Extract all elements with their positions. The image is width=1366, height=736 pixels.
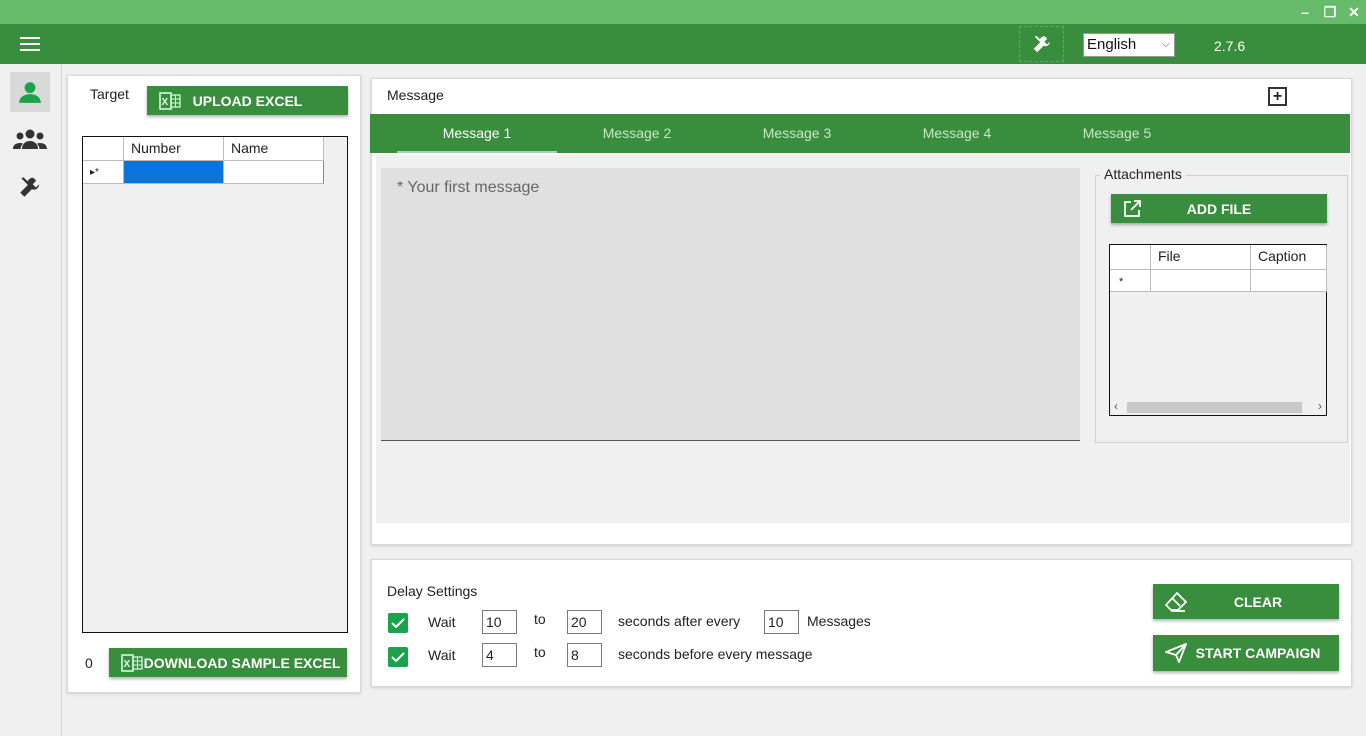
target-grid[interactable]: Number Name ▸* bbox=[82, 136, 348, 633]
add-message-icon[interactable]: + bbox=[1268, 87, 1287, 106]
hamburger-menu-icon[interactable] bbox=[20, 37, 40, 51]
nav-single-contact[interactable] bbox=[10, 72, 50, 112]
messages-label: Messages bbox=[807, 613, 871, 629]
message-textarea[interactable]: * Your first message bbox=[381, 168, 1080, 441]
excel-icon: X bbox=[159, 86, 181, 115]
minimize-button[interactable]: – bbox=[1294, 2, 1316, 22]
delay-label: Delay Settings bbox=[387, 583, 478, 599]
title-bar: – ❐ ✕ bbox=[0, 0, 1366, 24]
toolbar: English ⌵ 2.7.6 bbox=[0, 24, 1366, 64]
scroll-left-icon[interactable]: ‹ bbox=[1114, 399, 1118, 413]
file-cell[interactable] bbox=[1151, 270, 1251, 292]
message-label: Message bbox=[387, 87, 444, 103]
version-label: 2.7.6 bbox=[1214, 38, 1246, 54]
attachments-label: Attachments bbox=[1100, 166, 1186, 182]
tab-message-4[interactable]: Message 4 bbox=[877, 114, 1037, 153]
user-icon bbox=[19, 82, 41, 103]
upload-excel-button[interactable]: X UPLOAD EXCEL bbox=[147, 86, 348, 115]
row-header[interactable]: ▸* bbox=[83, 161, 124, 184]
check-icon bbox=[391, 652, 405, 663]
column-header-caption[interactable]: Caption bbox=[1251, 245, 1327, 270]
scroll-right-icon[interactable]: › bbox=[1318, 399, 1322, 413]
message-tabs: Message 1 Message 2 Message 3 Message 4 … bbox=[370, 114, 1350, 153]
clear-button[interactable]: CLEAR bbox=[1153, 584, 1339, 619]
maximize-button[interactable]: ❐ bbox=[1319, 2, 1341, 22]
grid-corner bbox=[1110, 245, 1151, 270]
language-value: English bbox=[1087, 36, 1137, 53]
side-nav bbox=[0, 64, 62, 736]
tab-message-1[interactable]: Message 1 bbox=[397, 114, 557, 153]
nav-settings[interactable] bbox=[10, 167, 50, 207]
wait-label: Wait bbox=[428, 647, 456, 663]
column-header-file[interactable]: File bbox=[1151, 245, 1251, 270]
grid-corner bbox=[83, 137, 124, 161]
seconds-after-every-label: seconds after every bbox=[618, 613, 741, 629]
add-file-label: ADD FILE bbox=[1186, 200, 1252, 217]
download-sample-excel-button[interactable]: X DOWNLOAD SAMPLE EXCEL bbox=[109, 648, 347, 677]
to-label: to bbox=[534, 644, 546, 660]
check-icon bbox=[391, 618, 405, 629]
column-header-name[interactable]: Name bbox=[224, 137, 324, 161]
tools-button[interactable] bbox=[1019, 26, 1064, 62]
eraser-icon bbox=[1165, 584, 1187, 619]
group-icon bbox=[13, 129, 47, 149]
tools-icon bbox=[20, 177, 40, 197]
delay-after-max-input[interactable]: 20 bbox=[567, 610, 602, 634]
target-label: Target bbox=[90, 86, 129, 102]
language-select[interactable]: English ⌵ bbox=[1083, 33, 1175, 57]
delay-after-checkbox[interactable] bbox=[388, 613, 408, 633]
row-header[interactable]: * bbox=[1110, 270, 1151, 292]
target-count: 0 bbox=[85, 655, 93, 671]
close-button[interactable]: ✕ bbox=[1343, 2, 1365, 22]
to-label: to bbox=[534, 611, 546, 627]
messages-count-input[interactable]: 10 bbox=[764, 610, 799, 634]
delay-before-max-input[interactable]: 8 bbox=[567, 643, 602, 667]
seconds-before-label: seconds before every message bbox=[618, 646, 813, 662]
delay-after-min-input[interactable]: 10 bbox=[482, 610, 517, 634]
svg-text:X: X bbox=[124, 659, 131, 670]
scrollbar-thumb[interactable] bbox=[1127, 402, 1302, 413]
chevron-down-icon: ⌵ bbox=[1161, 38, 1170, 50]
download-sample-label: DOWNLOAD SAMPLE EXCEL bbox=[143, 654, 341, 671]
delay-before-min-input[interactable]: 4 bbox=[482, 643, 517, 667]
horizontal-scrollbar[interactable]: ‹ › bbox=[1110, 399, 1326, 415]
attachments-grid[interactable]: File Caption * ‹ › bbox=[1109, 244, 1327, 416]
delay-before-checkbox[interactable] bbox=[388, 647, 408, 667]
svg-text:X: X bbox=[162, 97, 169, 108]
nav-groups[interactable] bbox=[10, 119, 50, 159]
tab-message-2[interactable]: Message 2 bbox=[557, 114, 717, 153]
tab-message-3[interactable]: Message 3 bbox=[717, 114, 877, 153]
external-link-icon bbox=[1123, 194, 1141, 223]
column-header-number[interactable]: Number bbox=[124, 137, 224, 161]
send-icon bbox=[1165, 635, 1187, 671]
tab-message-5[interactable]: Message 5 bbox=[1037, 114, 1197, 153]
start-campaign-button[interactable]: START CAMPAIGN bbox=[1153, 635, 1339, 671]
name-cell[interactable] bbox=[224, 161, 324, 184]
excel-icon: X bbox=[121, 648, 143, 677]
caption-cell[interactable] bbox=[1251, 270, 1327, 292]
add-file-button[interactable]: ADD FILE bbox=[1111, 194, 1327, 223]
wait-label: Wait bbox=[428, 614, 456, 630]
number-cell[interactable] bbox=[124, 161, 224, 184]
tools-icon bbox=[1033, 35, 1050, 53]
